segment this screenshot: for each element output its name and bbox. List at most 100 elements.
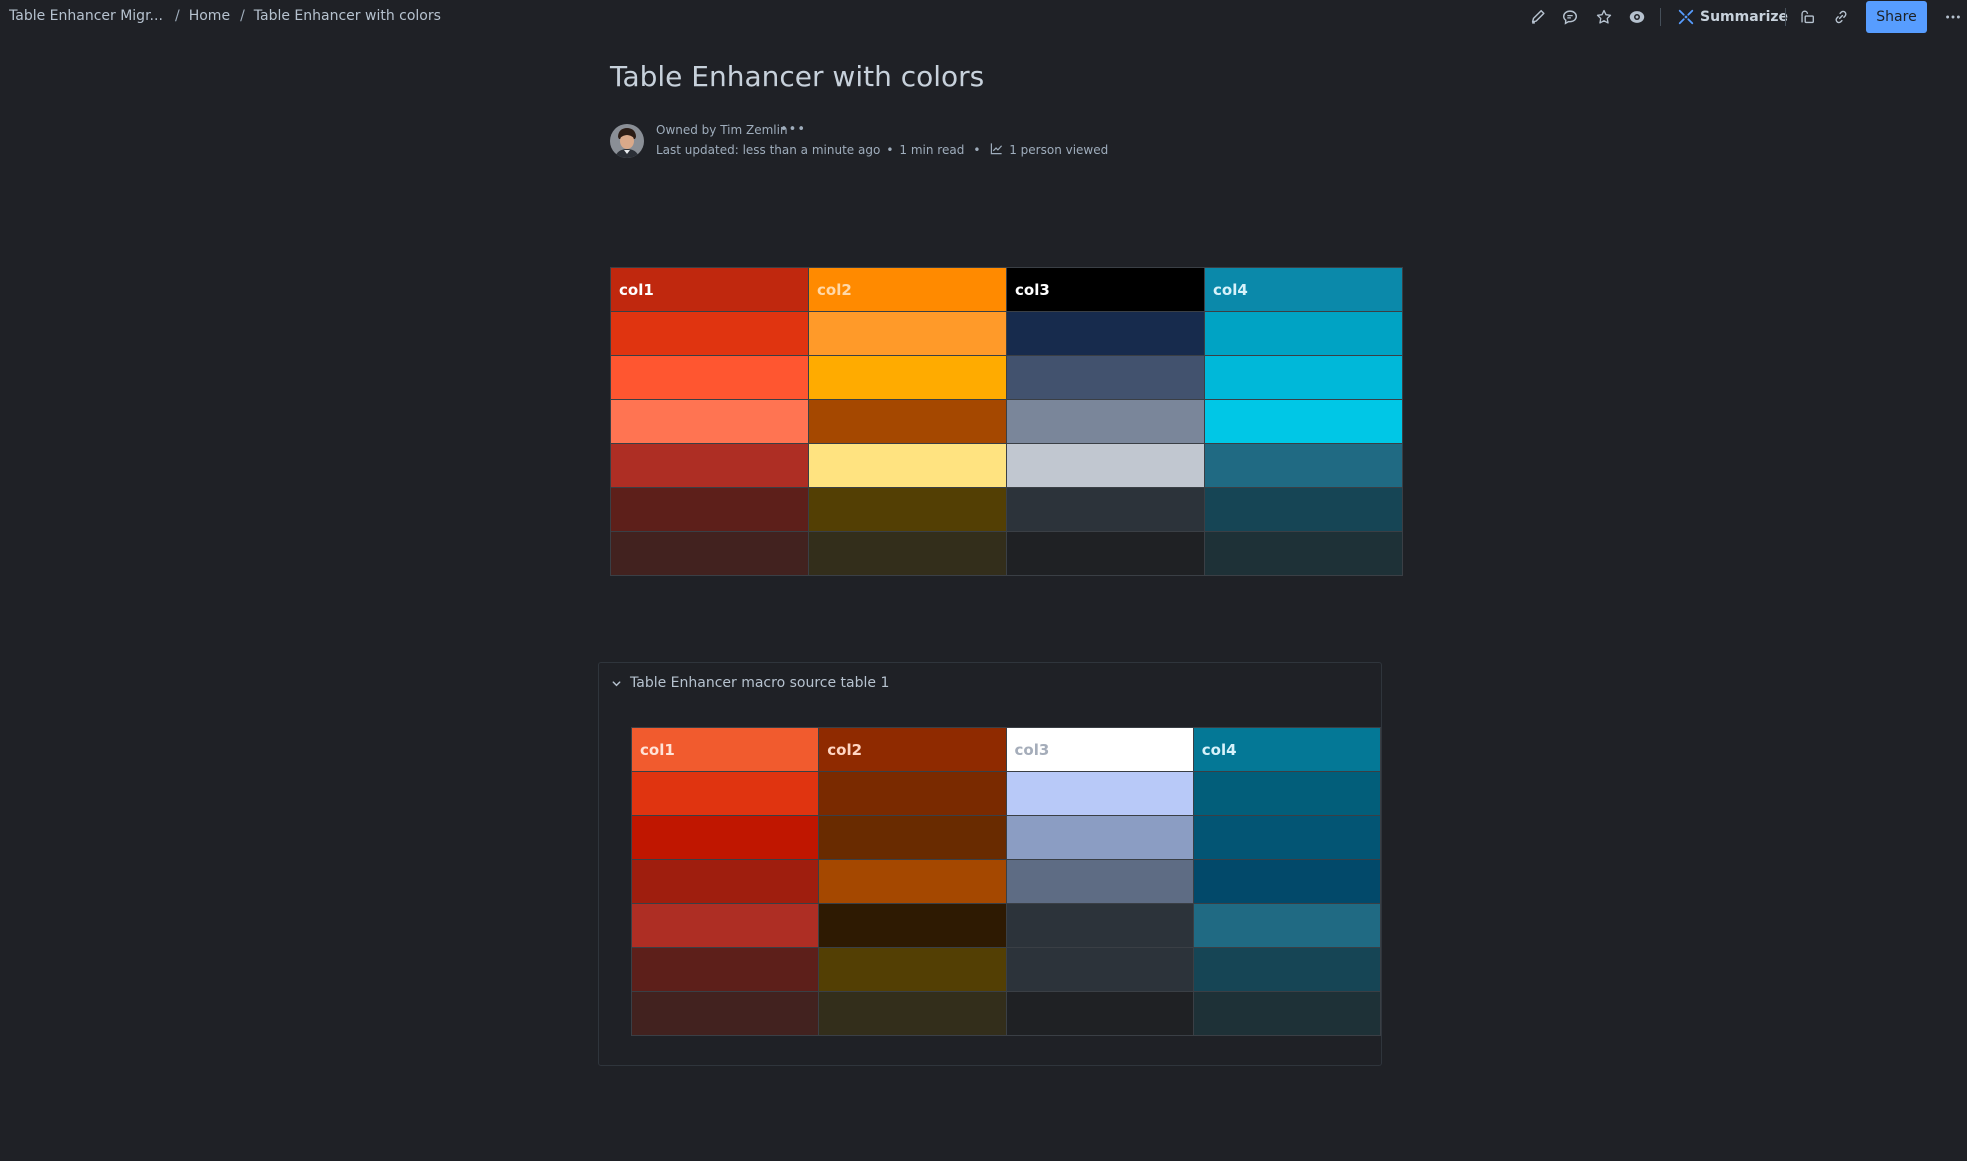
table-header-cell: col1 [630,727,820,772]
color-cell [630,771,820,816]
color-cell [818,771,1007,816]
breadcrumb-home-link[interactable]: Home [189,8,230,24]
color-cell [1204,399,1403,444]
owner-text[interactable]: Owned by Tim Zemlin [656,123,788,137]
toolbar-divider [1660,8,1661,26]
color-cell [818,859,1007,904]
column-header-label: col4 [1201,740,1237,759]
color-cell [630,947,820,992]
table-row [630,859,1382,904]
color-cell [1006,311,1205,356]
color-cell [630,815,820,860]
comment-icon[interactable] [1560,7,1580,27]
top-bar: Table Enhancer Migr... / Home / Table Enhanc… [0,0,1967,34]
table-row [610,311,1403,356]
color-cell [610,355,809,400]
toolbar-divider [1785,8,1786,26]
color-cell [610,311,809,356]
color-cell [808,487,1007,532]
star-icon[interactable] [1594,7,1614,27]
color-cell [1006,487,1205,532]
color-cell [630,903,820,948]
avatar[interactable] [610,124,644,158]
color-cell [1204,487,1403,532]
restrictions-icon[interactable] [1797,7,1817,27]
table-header-cell: col2 [818,727,1007,772]
summarize-icon [1678,9,1694,25]
color-cell [1204,355,1403,400]
color-cell [1192,991,1382,1036]
table-row [610,355,1403,400]
color-cell [610,399,809,444]
color-cell [1005,947,1194,992]
color-cell [1006,399,1205,444]
color-cell [808,311,1007,356]
color-cell [1192,771,1382,816]
table-row [630,903,1382,948]
color-cell [808,355,1007,400]
color-cell [818,947,1007,992]
share-button[interactable]: Share [1866,1,1927,33]
color-cell [1006,531,1205,576]
column-header-label: col1 [619,280,654,299]
breadcrumb: Table Enhancer Migr... / Home / Table Enhanc… [9,8,441,24]
table-row [630,991,1382,1036]
macro-source-table: col1 col2 col3 col4 [630,727,1382,1036]
column-header-label: col3 [1014,740,1050,759]
color-cell [630,991,820,1036]
table-row [630,947,1382,992]
breadcrumb-current-link[interactable]: Table Enhancer with colors [254,8,441,24]
watch-icon[interactable] [1627,7,1647,27]
color-cell [808,443,1007,488]
table-header-cell: col2 [808,267,1007,312]
color-cell [1192,859,1382,904]
table-header-cell: col1 [610,267,809,312]
summarize-button[interactable]: Summarize [1677,7,1788,27]
color-cell [818,991,1007,1036]
table-row [610,443,1403,488]
edit-icon[interactable] [1528,7,1548,27]
table-header-cell: col4 [1204,267,1403,312]
table-header-cell: col4 [1192,727,1382,772]
color-cell [1005,771,1194,816]
macro-expand-section: Table Enhancer macro source table 1 col1… [598,662,1382,1066]
more-icon[interactable] [1943,7,1963,27]
color-cell [1192,903,1382,948]
color-cell [1204,531,1403,576]
column-header-label: col2 [827,740,863,759]
breadcrumb-separator: / [240,8,245,24]
link-icon[interactable] [1831,7,1851,27]
table-row [610,487,1403,532]
column-header-label: col4 [1213,280,1248,299]
color-cell [1192,947,1382,992]
color-cell [808,399,1007,444]
breadcrumb-space-link[interactable]: Table Enhancer Migr... [9,8,165,24]
color-cell [1005,859,1194,904]
table-row [610,531,1403,576]
color-cell [1204,443,1403,488]
color-cell [610,443,809,488]
page-info-more-icon[interactable]: ••• [780,122,806,137]
column-header-label: col3 [1015,280,1050,299]
expand-toggle[interactable]: Table Enhancer macro source table 1 [611,675,889,691]
table-header-cell: col3 [1006,267,1205,312]
color-cell [1005,991,1194,1036]
color-cell [610,487,809,532]
expand-title: Table Enhancer macro source table 1 [630,675,890,691]
meta-separator: • [973,143,981,157]
analytics-icon [990,142,1003,158]
table-header-row: col1 col2 col3 col4 [630,727,1382,772]
color-cell [1204,311,1403,356]
table-header-row: col1 col2 col3 col4 [610,267,1403,312]
color-cell [1005,815,1194,860]
page-title: Table Enhancer with colors [610,60,985,93]
viewers-text[interactable]: 1 person viewed [1009,143,1108,157]
meta-separator: • [886,143,894,157]
color-cell [1006,443,1205,488]
read-time-text: 1 min read [899,143,965,157]
table-header-cell: col3 [1005,727,1194,772]
color-table: col1 col2 col3 col4 [610,267,1403,576]
chevron-down-icon [612,680,621,686]
summarize-label: Summarize [1700,9,1789,25]
breadcrumb-separator: / [175,8,180,24]
